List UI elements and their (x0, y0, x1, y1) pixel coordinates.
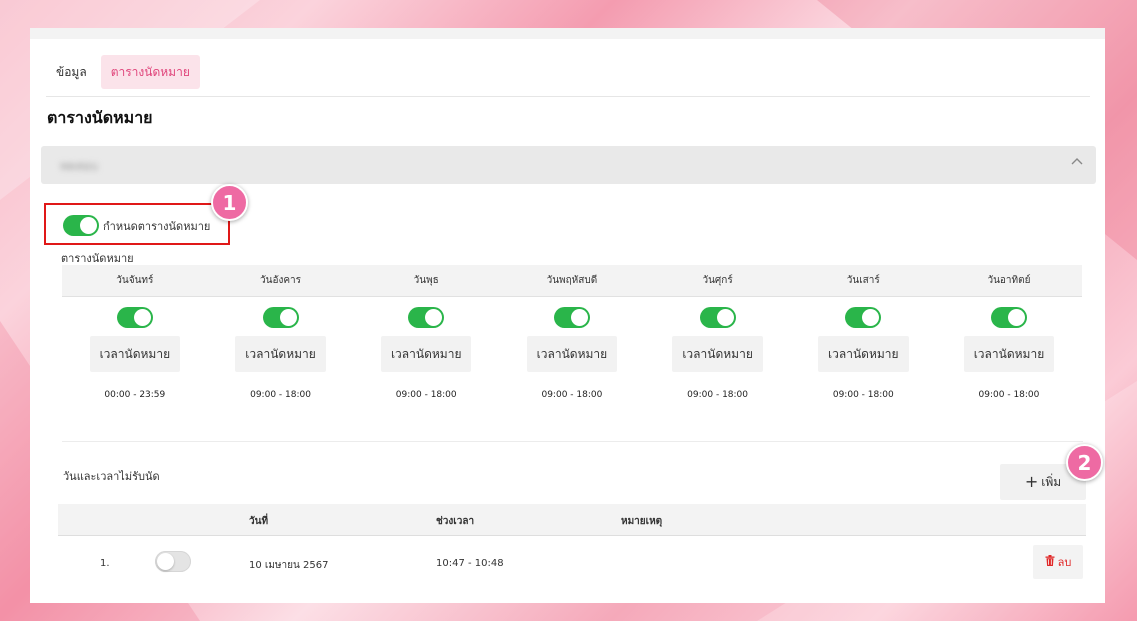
row-time: 10:47 - 10:48 (436, 558, 504, 569)
day-header-friday: วันศุกร์ (702, 275, 733, 286)
switch-knob (279, 309, 297, 326)
day-toggle-switch[interactable] (845, 307, 882, 328)
time-range: 09:00 - 18:00 (687, 390, 749, 400)
appointment-time-button[interactable]: เวลานัดหมาย (526, 336, 618, 372)
plus-icon: + (1024, 472, 1039, 491)
tab-appointment-schedule[interactable]: ตารางนัดหมาย (100, 55, 200, 89)
day-toggle-switch[interactable] (116, 307, 153, 328)
tab-divider (46, 96, 1090, 97)
trash-icon (1045, 555, 1055, 569)
appointment-time-button[interactable]: เวลานัดหมาย (235, 336, 326, 372)
time-range: 09:00 - 18:00 (978, 390, 1040, 400)
row-toggle-switch[interactable] (155, 551, 191, 572)
days-body: เวลานัดหมาย 00:00 - 23:59 เวลานัดหมาย 09… (62, 307, 1082, 400)
row-date: 10 เมษายน 2567 (249, 560, 329, 571)
accordion-label: ทดสอบ (60, 159, 98, 173)
schedule-toggle-switch[interactable] (63, 215, 99, 236)
switch-knob (425, 309, 443, 326)
column-header-date: วันที่ (249, 516, 269, 527)
day-header-thursday: วันพฤหัสบดี (546, 275, 598, 286)
day-toggle-switch[interactable] (699, 307, 736, 328)
column-header-note: หมายเหตุ (621, 516, 663, 527)
appointment-time-button[interactable]: เวลานัดหมาย (818, 336, 909, 372)
time-range: 09:00 - 18:00 (832, 390, 894, 400)
delete-label: ลบ (1057, 556, 1072, 569)
day-cell-tuesday: เวลานัดหมาย 09:00 - 18:00 (208, 307, 354, 400)
day-cell-friday: เวลานัดหมาย 09:00 - 18:00 (645, 307, 791, 400)
accordion-header[interactable]: ทดสอบ (41, 146, 1096, 184)
day-cell-monday: เวลานัดหมาย 00:00 - 23:59 (62, 307, 208, 400)
column-header-time: ช่วงเวลา (436, 516, 475, 527)
switch-knob (570, 309, 588, 326)
appointment-time-button[interactable]: เวลานัดหมาย (89, 336, 181, 372)
day-cell-thursday: เวลานัดหมาย 09:00 - 18:00 (499, 307, 645, 400)
switch-knob (716, 309, 734, 326)
chevron-up-icon[interactable] (1070, 155, 1084, 173)
section-divider (62, 441, 1083, 442)
delete-button[interactable]: ลบ (1033, 545, 1083, 579)
day-header-tuesday: วันอังคาร (260, 275, 302, 286)
page-title: ตารางนัดหมาย (47, 108, 153, 127)
day-cell-wednesday: เวลานัดหมาย 09:00 - 18:00 (353, 307, 499, 400)
day-cell-sunday: เวลานัดหมาย 09:00 - 18:00 (936, 307, 1082, 400)
switch-knob (80, 217, 97, 234)
time-range: 09:00 - 18:00 (395, 390, 457, 400)
panel-top-bar (30, 28, 1105, 39)
appointment-time-button[interactable]: เวลานัดหมาย (672, 336, 763, 372)
appointment-time-button[interactable]: เวลานัดหมาย (963, 336, 1055, 372)
day-toggle-switch[interactable] (408, 307, 445, 328)
time-range: 09:00 - 18:00 (541, 390, 603, 400)
day-header-monday: วันจันทร์ (116, 275, 154, 286)
schedule-toggle-row: กำหนดตารางนัดหมาย (63, 215, 210, 236)
appointment-time-button[interactable]: เวลานัดหมาย (380, 336, 472, 372)
annotation-badge-1: 1 (211, 184, 248, 221)
day-header-saturday: วันเสาร์ (846, 275, 880, 286)
day-toggle-switch[interactable] (990, 307, 1027, 328)
day-header-sunday: วันอาทิตย์ (987, 275, 1031, 286)
time-range: 00:00 - 23:59 (104, 390, 166, 400)
switch-knob (1007, 309, 1025, 326)
schedule-toggle-label: กำหนดตารางนัดหมาย (103, 219, 211, 233)
switch-knob (133, 309, 151, 326)
row-index: 1. (100, 558, 110, 569)
tab-bar: ข้อมูล ตารางนัดหมาย (46, 55, 200, 89)
holidays-section-label: วันและเวลาไม่รับนัด (63, 470, 160, 483)
switch-knob (862, 309, 880, 326)
annotation-badge-2: 2 (1066, 444, 1103, 481)
day-toggle-switch[interactable] (553, 307, 590, 328)
day-cell-saturday: เวลานัดหมาย 09:00 - 18:00 (790, 307, 936, 400)
days-header: วันจันทร์ วันอังคาร วันพุธ วันพฤหัสบดี ว… (62, 265, 1082, 297)
day-header-wednesday: วันพุธ (413, 275, 439, 286)
add-button-label: เพิ่ม (1041, 474, 1062, 489)
table-row: 1. 10 เมษายน 2567 10:47 - 10:48 (58, 537, 1086, 593)
tab-info[interactable]: ข้อมูล (46, 55, 97, 89)
day-toggle-switch[interactable] (262, 307, 299, 328)
switch-knob (157, 553, 174, 570)
time-range: 09:00 - 18:00 (250, 390, 311, 400)
holidays-table-header: วันที่ ช่วงเวลา หมายเหตุ (58, 504, 1086, 536)
content-panel: ข้อมูล ตารางนัดหมาย ตารางนัดหมาย ทดสอบ ก… (30, 28, 1105, 603)
